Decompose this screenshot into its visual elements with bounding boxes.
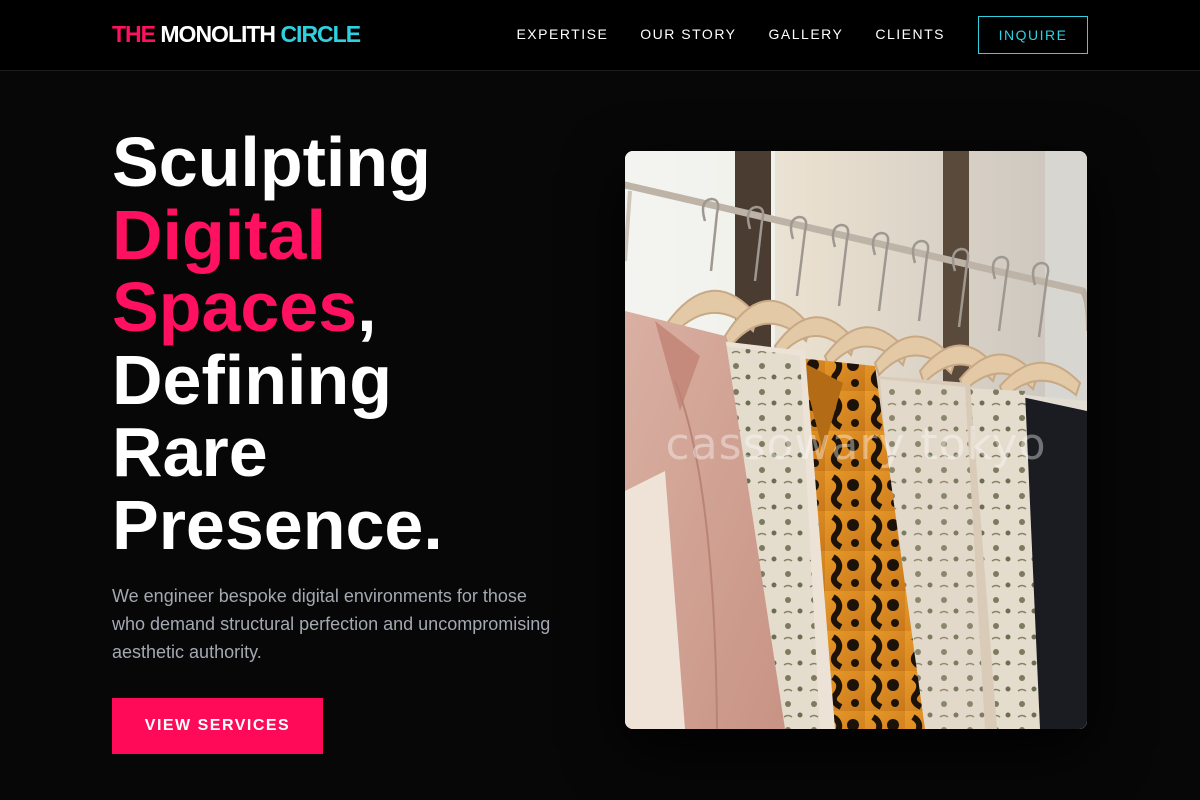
hero-headline-line-2: Digital xyxy=(112,195,326,274)
inquire-button[interactable]: INQUIRE xyxy=(978,16,1088,54)
hero-subtitle: We engineer bespoke digital environments… xyxy=(112,586,551,662)
hero-headline: Sculpting Digital Spaces, Defining Rare … xyxy=(112,126,443,561)
hero-headline-comma: , xyxy=(357,268,377,346)
hero-headline-line-1: Sculpting xyxy=(112,123,431,201)
nav-link-expertise[interactable]: EXPERTISE xyxy=(516,26,608,42)
hero-image-clothing-rack: cassowary tokyo xyxy=(625,151,1087,729)
brand-logo-word-circle: CIRCLE xyxy=(280,21,361,47)
view-services-button[interactable]: VIEW SERVICES xyxy=(112,698,323,754)
brand-logo-word-monolith: MONOLITH xyxy=(160,21,276,47)
hero-headline-accent-word: Spaces xyxy=(112,268,358,346)
hero-headline-line-6: Presence. xyxy=(112,485,443,564)
hero-headline-line-3: Spaces, xyxy=(112,271,443,344)
nav-link-clients[interactable]: CLIENTS xyxy=(875,26,945,42)
brand-logo-word-the: THE xyxy=(112,21,156,47)
main-menu: EXPERTISE OUR STORY GALLERY CLIENTS xyxy=(516,26,945,42)
hero-headline-line-4: Defining xyxy=(112,340,392,419)
image-watermark: cassowary tokyo xyxy=(665,419,1047,470)
nav-link-our-story[interactable]: OUR STORY xyxy=(640,26,736,42)
hero-headline-line-5: Rare xyxy=(112,413,268,491)
nav-link-gallery[interactable]: GALLERY xyxy=(769,26,844,42)
top-navigation-bar: THE MONOLITH CIRCLE EXPERTISE OUR STORY … xyxy=(0,0,1200,71)
brand-logo[interactable]: THE MONOLITH CIRCLE xyxy=(112,21,361,48)
